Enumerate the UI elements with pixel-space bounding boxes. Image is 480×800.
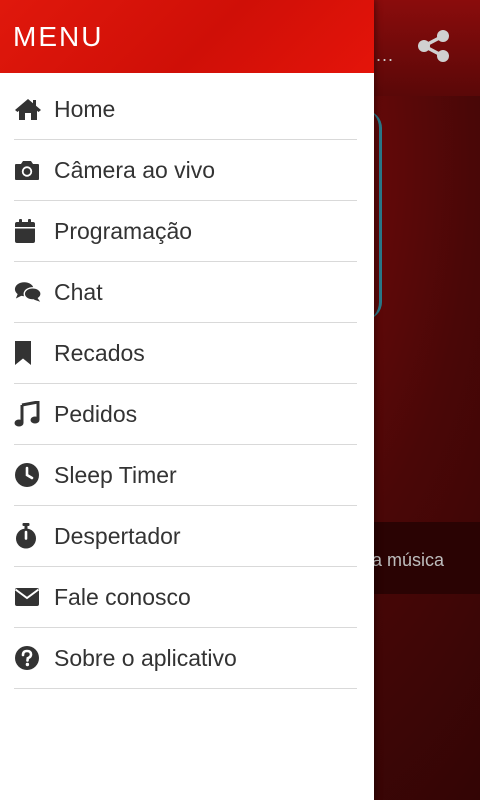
overflow-dots: ... bbox=[376, 45, 395, 65]
menu-item-pedidos[interactable]: Pedidos bbox=[14, 384, 357, 445]
menu-item-programacao[interactable]: Programação bbox=[14, 201, 357, 262]
music-icon bbox=[14, 400, 42, 428]
menu-item-fale-conosco[interactable]: Fale conosco bbox=[14, 567, 357, 628]
menu-item-despertador[interactable]: Despertador bbox=[14, 506, 357, 567]
navigation-drawer: MENU Home Câmera ao vivo Programação Cha… bbox=[0, 0, 374, 800]
bookmark-icon bbox=[14, 339, 42, 367]
menu-item-label: Pedidos bbox=[54, 400, 138, 427]
menu-item-label: Chat bbox=[54, 278, 103, 305]
menu-item-label: Despertador bbox=[54, 522, 181, 549]
menu-item-camera[interactable]: Câmera ao vivo bbox=[14, 140, 357, 201]
share-button[interactable] bbox=[414, 28, 454, 68]
now-playing-text: a música bbox=[372, 550, 445, 570]
menu-item-label: Programação bbox=[54, 217, 193, 244]
menu-item-home[interactable]: Home bbox=[14, 79, 357, 140]
menu-item-label: Câmera ao vivo bbox=[54, 156, 216, 183]
share-icon bbox=[416, 28, 452, 69]
stopwatch-icon bbox=[14, 522, 42, 550]
menu-item-label: Sleep Timer bbox=[54, 461, 177, 488]
camera-icon bbox=[14, 156, 42, 184]
menu-item-chat[interactable]: Chat bbox=[14, 262, 357, 323]
menu-list: Home Câmera ao vivo Programação Chat Rec… bbox=[0, 73, 374, 689]
menu-item-label: Recados bbox=[54, 339, 145, 366]
menu-item-label: Fale conosco bbox=[54, 583, 191, 610]
envelope-icon bbox=[14, 583, 42, 611]
menu-item-label: Home bbox=[54, 95, 116, 122]
drawer-title: MENU bbox=[13, 20, 104, 52]
home-icon bbox=[14, 95, 42, 123]
question-circle-icon bbox=[14, 644, 42, 672]
calendar-icon bbox=[14, 217, 42, 245]
menu-item-sobre[interactable]: Sobre o aplicativo bbox=[14, 628, 357, 689]
clock-icon bbox=[14, 461, 42, 489]
menu-item-sleep-timer[interactable]: Sleep Timer bbox=[14, 445, 357, 506]
menu-item-label: Sobre o aplicativo bbox=[54, 644, 237, 671]
drawer-header: MENU bbox=[0, 0, 374, 73]
chat-icon bbox=[14, 278, 42, 306]
menu-item-recados[interactable]: Recados bbox=[14, 323, 357, 384]
